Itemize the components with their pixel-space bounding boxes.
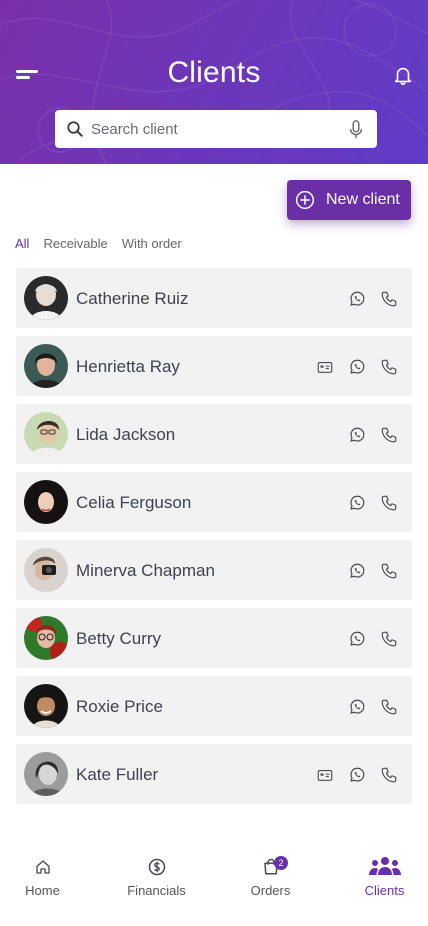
phone-icon[interactable] xyxy=(380,290,398,308)
header: Clients xyxy=(0,0,428,164)
plus-circle-icon xyxy=(295,190,315,210)
client-name: Henrietta Ray xyxy=(76,357,180,376)
search-bar xyxy=(55,110,377,148)
client-row[interactable]: Kate Fuller xyxy=(16,744,412,804)
home-icon xyxy=(35,860,50,874)
dollar-circle-icon xyxy=(148,858,165,876)
microphone-icon[interactable] xyxy=(348,120,364,140)
avatar xyxy=(24,480,68,524)
filter-with-order[interactable]: With order xyxy=(122,236,182,251)
whatsapp-icon[interactable] xyxy=(348,766,366,784)
client-row[interactable]: Lida Jackson xyxy=(16,404,412,464)
avatar xyxy=(24,276,68,320)
whatsapp-icon[interactable] xyxy=(348,426,366,444)
tab-financials-label: Financials xyxy=(127,883,186,898)
client-row[interactable]: Catherine Ruiz xyxy=(16,268,412,328)
client-row[interactable]: Henrietta Ray xyxy=(16,336,412,396)
tab-clients-label: Clients xyxy=(364,883,405,898)
whatsapp-icon[interactable] xyxy=(348,562,366,580)
filter-tabs: All Receivable With order xyxy=(15,236,196,251)
phone-icon[interactable] xyxy=(380,494,398,512)
client-name: Lida Jackson xyxy=(76,425,176,444)
avatar xyxy=(24,548,68,592)
avatar xyxy=(24,752,68,796)
whatsapp-icon[interactable] xyxy=(348,630,366,648)
avatar xyxy=(24,344,68,388)
client-name: Celia Ferguson xyxy=(76,493,192,512)
whatsapp-icon[interactable] xyxy=(348,358,366,376)
phone-icon[interactable] xyxy=(380,562,398,580)
card-icon[interactable] xyxy=(316,766,334,784)
new-client-button[interactable]: New client xyxy=(287,180,411,220)
avatar xyxy=(24,616,68,660)
tab-orders[interactable]: Orders xyxy=(217,846,324,926)
card-icon[interactable] xyxy=(316,358,334,376)
filter-receivable[interactable]: Receivable xyxy=(43,236,107,251)
client-row[interactable]: Celia Ferguson xyxy=(16,472,412,532)
client-row[interactable]: Betty Curry xyxy=(16,608,412,668)
client-name: Catherine Ruiz xyxy=(76,289,189,308)
whatsapp-icon[interactable] xyxy=(348,290,366,308)
page-title: Clients xyxy=(167,56,261,89)
whatsapp-icon[interactable] xyxy=(348,494,366,512)
tab-home[interactable]: Home xyxy=(0,846,96,926)
phone-icon[interactable] xyxy=(380,426,398,444)
tab-clients[interactable]: Clients xyxy=(331,846,428,926)
avatar xyxy=(24,684,68,728)
client-name: Minerva Chapman xyxy=(76,561,215,580)
bell-icon[interactable] xyxy=(392,64,414,86)
client-row[interactable]: Roxie Price xyxy=(16,676,412,736)
client-row[interactable]: Minerva Chapman xyxy=(16,540,412,600)
tab-orders-label: Orders xyxy=(250,883,291,898)
bottom-tab-bar: Home Financials Orders Clients xyxy=(0,846,428,926)
phone-icon[interactable] xyxy=(380,630,398,648)
tab-financials[interactable]: Financials xyxy=(103,846,210,926)
client-name: Kate Fuller xyxy=(76,765,159,784)
tab-home-label: Home xyxy=(25,883,60,898)
users-icon xyxy=(368,857,401,875)
search-icon xyxy=(67,121,83,137)
filter-all[interactable]: All xyxy=(15,236,29,251)
whatsapp-icon[interactable] xyxy=(348,698,366,716)
phone-icon[interactable] xyxy=(380,358,398,376)
avatar xyxy=(24,412,68,456)
client-name: Betty Curry xyxy=(76,629,162,648)
phone-icon[interactable] xyxy=(380,698,398,716)
phone-icon[interactable] xyxy=(380,766,398,784)
new-client-label: New client xyxy=(326,191,400,208)
client-name: Roxie Price xyxy=(76,697,163,716)
search-input[interactable] xyxy=(91,110,341,148)
orders-badge: 2 xyxy=(274,856,288,870)
